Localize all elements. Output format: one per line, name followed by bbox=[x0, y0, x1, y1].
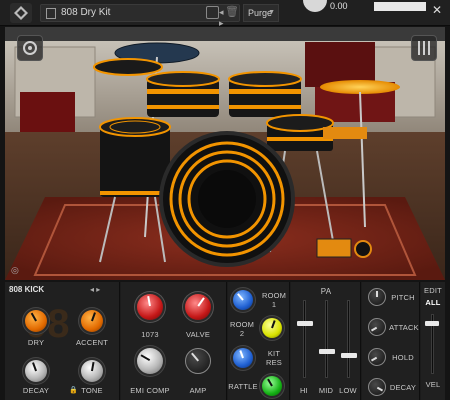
tune-value: 0.00 bbox=[330, 1, 348, 11]
kit-res-knob[interactable] bbox=[233, 348, 253, 368]
vel-label: VEL bbox=[425, 380, 441, 389]
trash-icon[interactable]: 🗑 bbox=[225, 5, 239, 18]
room-1-knob[interactable] bbox=[233, 290, 253, 310]
room-2-label: ROOM 2 bbox=[230, 320, 255, 338]
channel-section: 1073 VALVE EMI COMP AMP bbox=[121, 282, 227, 400]
decay-env-label: DECAY bbox=[389, 383, 417, 392]
settings-icon[interactable] bbox=[17, 35, 43, 61]
pa-fader-label-mid: MID bbox=[318, 386, 334, 395]
emi-comp-label: EMI COMP bbox=[130, 386, 170, 395]
tone-knob[interactable] bbox=[81, 360, 103, 382]
pa-title: PA bbox=[320, 287, 332, 296]
edit-label: EDIT bbox=[424, 286, 442, 295]
amp-label: AMP bbox=[189, 386, 207, 395]
pa-fader-label-hi: HI bbox=[300, 386, 308, 395]
drum-stage: ◎ bbox=[5, 27, 445, 280]
instrument-section: 808 KICK ◂ ▸ 08 DRY ACCENT DECAY TONE 🔒 bbox=[5, 282, 120, 400]
top-bar: 808 Dry Kit ◂ ▸ 🗑 Purge ▼ 0.00 ✕ bbox=[0, 0, 450, 28]
drum-kit-illustration bbox=[5, 27, 445, 280]
all-button[interactable]: ALL bbox=[421, 298, 445, 307]
pa-section: PA HI MID LOW bbox=[291, 282, 361, 400]
rattle-label: RATTLE bbox=[228, 382, 258, 391]
pitch-knob[interactable] bbox=[368, 288, 386, 306]
pa-fader-track-low[interactable] bbox=[347, 300, 350, 378]
control-panel: 808 KICK ◂ ▸ 08 DRY ACCENT DECAY TONE 🔒 … bbox=[5, 282, 445, 400]
purge-dropdown[interactable]: Purge ▼ bbox=[243, 4, 279, 22]
envelope-section: PITCH ATTACK HOLD DECAY bbox=[362, 282, 420, 400]
dry-label: DRY bbox=[27, 338, 45, 347]
accent-knob[interactable] bbox=[81, 310, 103, 332]
attack-knob[interactable] bbox=[368, 318, 386, 336]
emi-comp-knob[interactable] bbox=[137, 348, 163, 374]
1073-label: 1073 bbox=[141, 330, 159, 339]
edit-section: EDIT ALL VEL bbox=[421, 282, 445, 400]
decay-env-knob[interactable] bbox=[368, 378, 386, 396]
pa-fader-handle-hi[interactable] bbox=[297, 321, 313, 327]
lock-icon[interactable]: 🔒 bbox=[69, 386, 78, 394]
preset-name: 808 Dry Kit bbox=[61, 7, 111, 18]
level-meter bbox=[374, 2, 426, 11]
close-icon[interactable]: ✕ bbox=[430, 3, 444, 17]
dry-knob[interactable] bbox=[25, 310, 47, 332]
valve-label: VALVE bbox=[185, 330, 211, 339]
accent-label: ACCENT bbox=[75, 338, 109, 347]
kit-res-label: KIT RES bbox=[265, 349, 283, 367]
pa-fader-label-low: LOW bbox=[339, 386, 357, 395]
logo-icon[interactable] bbox=[10, 3, 32, 23]
pa-fader-handle-low[interactable] bbox=[341, 352, 357, 358]
pa-fader-handle-mid[interactable] bbox=[319, 348, 335, 354]
preset-icon bbox=[46, 8, 56, 19]
room-1-label: ROOM 1 bbox=[262, 291, 287, 309]
decay-knob[interactable] bbox=[25, 360, 47, 382]
1073-knob[interactable] bbox=[137, 294, 163, 320]
stage-corner-icon[interactable]: ◎ bbox=[11, 265, 19, 276]
decay-label: DECAY bbox=[22, 386, 50, 395]
room-2-knob[interactable] bbox=[262, 318, 282, 338]
pa-fader-track-mid[interactable] bbox=[325, 300, 328, 378]
hold-knob[interactable] bbox=[368, 348, 386, 366]
pa-fader-track-hi[interactable] bbox=[303, 300, 306, 378]
attack-label: ATTACK bbox=[389, 323, 419, 332]
tune-knob[interactable] bbox=[303, 0, 327, 12]
room-section: ROOM 1 ROOM 2 KIT RES RATTLE bbox=[228, 282, 290, 400]
chevron-down-icon: ▼ bbox=[268, 9, 275, 16]
instrument-nav-arrows-icon[interactable]: ◂ ▸ bbox=[90, 285, 100, 294]
amp-knob[interactable] bbox=[185, 348, 211, 374]
valve-knob[interactable] bbox=[185, 294, 211, 320]
instrument-name: 808 KICK bbox=[9, 285, 45, 294]
vel-fader-handle[interactable] bbox=[425, 321, 439, 326]
pitch-label: PITCH bbox=[391, 293, 415, 302]
save-icon[interactable] bbox=[206, 6, 219, 19]
rattle-knob[interactable] bbox=[262, 376, 282, 396]
hold-label: HOLD bbox=[392, 353, 414, 362]
mixer-icon[interactable] bbox=[411, 35, 437, 61]
